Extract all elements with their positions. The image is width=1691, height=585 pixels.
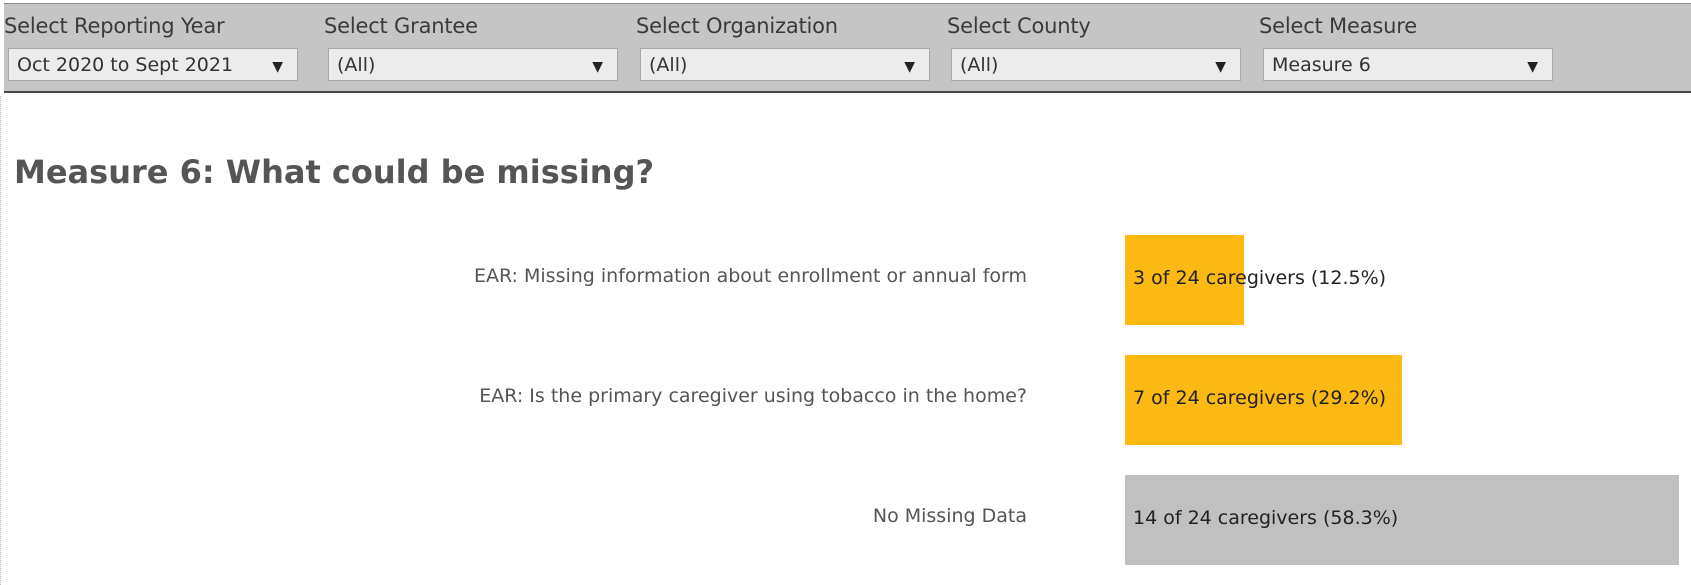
- data-label: 7 of 24 caregivers (29.2%): [1133, 387, 1387, 409]
- data-label: 3 of 24 caregivers (12.5%): [1133, 267, 1387, 289]
- dropdown-value: Measure 6: [1272, 54, 1371, 76]
- dropdown-value: (All): [960, 54, 999, 76]
- dropdown-value: (All): [337, 54, 376, 76]
- measure-dropdown[interactable]: Measure 6 ▼: [1263, 48, 1553, 81]
- page-title: Measure 6: What could be missing?: [14, 153, 655, 191]
- dropdown-value: Oct 2020 to Sept 2021: [17, 54, 234, 76]
- dropdown-value: (All): [649, 54, 688, 76]
- county-dropdown[interactable]: (All) ▼: [951, 48, 1241, 81]
- organization-dropdown[interactable]: (All) ▼: [640, 48, 930, 81]
- chart-row: EAR: Is the primary caregiver using toba…: [0, 355, 1691, 445]
- filter-label: Select Organization: [636, 14, 838, 38]
- filter-label: Select Grantee: [324, 14, 478, 38]
- dropdown-arrow-icon: ▼: [904, 59, 915, 75]
- filter-label: Select Reporting Year: [4, 14, 225, 38]
- dropdown-arrow-icon: ▼: [1527, 59, 1538, 75]
- filter-bar: Select Reporting Year Oct 2020 to Sept 2…: [4, 3, 1691, 93]
- dropdown-arrow-icon: ▼: [1215, 59, 1226, 75]
- grantee-dropdown[interactable]: (All) ▼: [328, 48, 618, 81]
- dropdown-arrow-icon: ▼: [592, 59, 603, 75]
- filter-label: Select County: [947, 14, 1091, 38]
- dashboard-page: Select Reporting Year Oct 2020 to Sept 2…: [0, 0, 1691, 585]
- chart-row: No Missing Data 14 of 24 caregivers (58.3…: [0, 475, 1691, 565]
- filter-label: Select Measure: [1259, 14, 1417, 38]
- data-label: 14 of 24 caregivers (58.3%): [1133, 507, 1399, 529]
- dropdown-arrow-icon: ▼: [272, 59, 283, 75]
- reporting-year-dropdown[interactable]: Oct 2020 to Sept 2021 ▼: [8, 48, 298, 81]
- category-label: EAR: Is the primary caregiver using toba…: [479, 385, 1027, 407]
- category-label: EAR: Missing information about enrollmen…: [473, 265, 1027, 287]
- chart-row: EAR: Missing information about enrollmen…: [0, 235, 1691, 325]
- category-label: No Missing Data: [872, 505, 1027, 527]
